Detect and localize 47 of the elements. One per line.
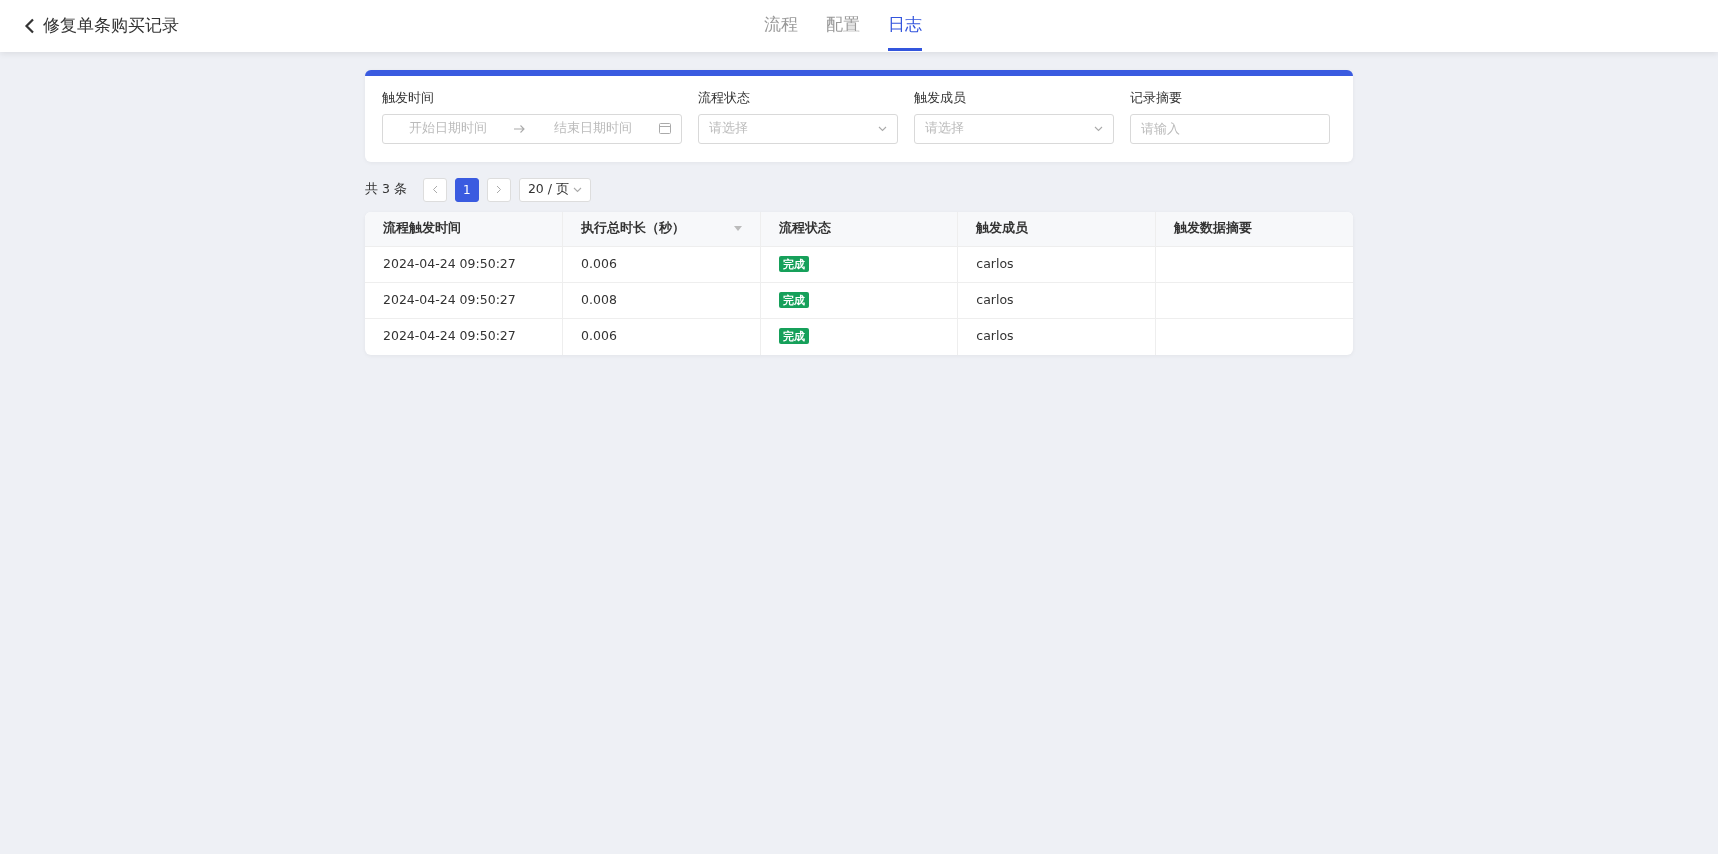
table-cell: carlos (957, 246, 1156, 283)
page-size-select[interactable]: 20 / 页 (518, 177, 591, 202)
status-tag: 完成 (778, 328, 809, 345)
field-placeholder: 结束日期时间 (553, 119, 632, 138)
arrow-icon (514, 123, 527, 134)
field-placeholder: 请选择 (925, 119, 964, 138)
filter-label: 触发时间 (382, 89, 435, 107)
column-header: 触发数据摘要 (1155, 211, 1353, 247)
status-tag: 完成 (778, 292, 809, 309)
column-header: 流程触发时间 (365, 211, 563, 247)
status-tag: 完成 (778, 256, 809, 273)
table-cell: 0.006 (562, 318, 761, 355)
filter-label: 记录摘要 (1130, 89, 1183, 107)
column-header: 流程状态 (760, 211, 958, 247)
date-range-field[interactable]: 开始日期时间 结束日期时间 (382, 113, 682, 144)
back-icon[interactable] (24, 18, 35, 34)
table-cell: 2024-04-24 09:50:27 (365, 318, 563, 355)
table-cell: 2024-04-24 09:50:27 (365, 246, 563, 283)
chevron-right-icon (495, 185, 502, 194)
chevron-down-icon (573, 186, 582, 193)
table-cell: carlos (957, 282, 1156, 319)
page-button[interactable]: 1 (454, 177, 479, 202)
column-header: 触发成员 (957, 211, 1156, 247)
chevron-left-icon (431, 185, 438, 194)
page-title: 修复单条购买记录 (43, 14, 179, 38)
tab[interactable]: 日志 (888, 0, 922, 51)
filter-label: 触发成员 (914, 89, 967, 107)
table-cell: 2024-04-24 09:50:27 (365, 282, 563, 319)
field-placeholder: 请选择 (709, 119, 748, 138)
select-field[interactable]: 请选择 (698, 113, 898, 144)
table-cell: 0.008 (562, 282, 761, 319)
calendar-icon (659, 123, 671, 134)
next-page-button[interactable] (486, 177, 511, 202)
total-count: 共 3 条 (365, 180, 407, 199)
tab[interactable]: 流程 (764, 0, 798, 51)
column-header-label: 执行总时长（秒） (581, 219, 686, 238)
select-field[interactable]: 请选择 (914, 113, 1114, 144)
table-cell: carlos (957, 318, 1156, 355)
sort-icon[interactable] (733, 226, 742, 232)
prev-page-button[interactable] (422, 177, 447, 202)
chevron-down-icon (1094, 125, 1103, 132)
filter-label: 流程状态 (698, 89, 751, 107)
chevron-down-icon (878, 125, 887, 132)
table-cell: 0.006 (562, 246, 761, 283)
tab[interactable]: 配置 (826, 0, 860, 51)
text-input-field[interactable]: 请输入 (1130, 113, 1330, 144)
field-placeholder: 开始日期时间 (408, 119, 487, 138)
